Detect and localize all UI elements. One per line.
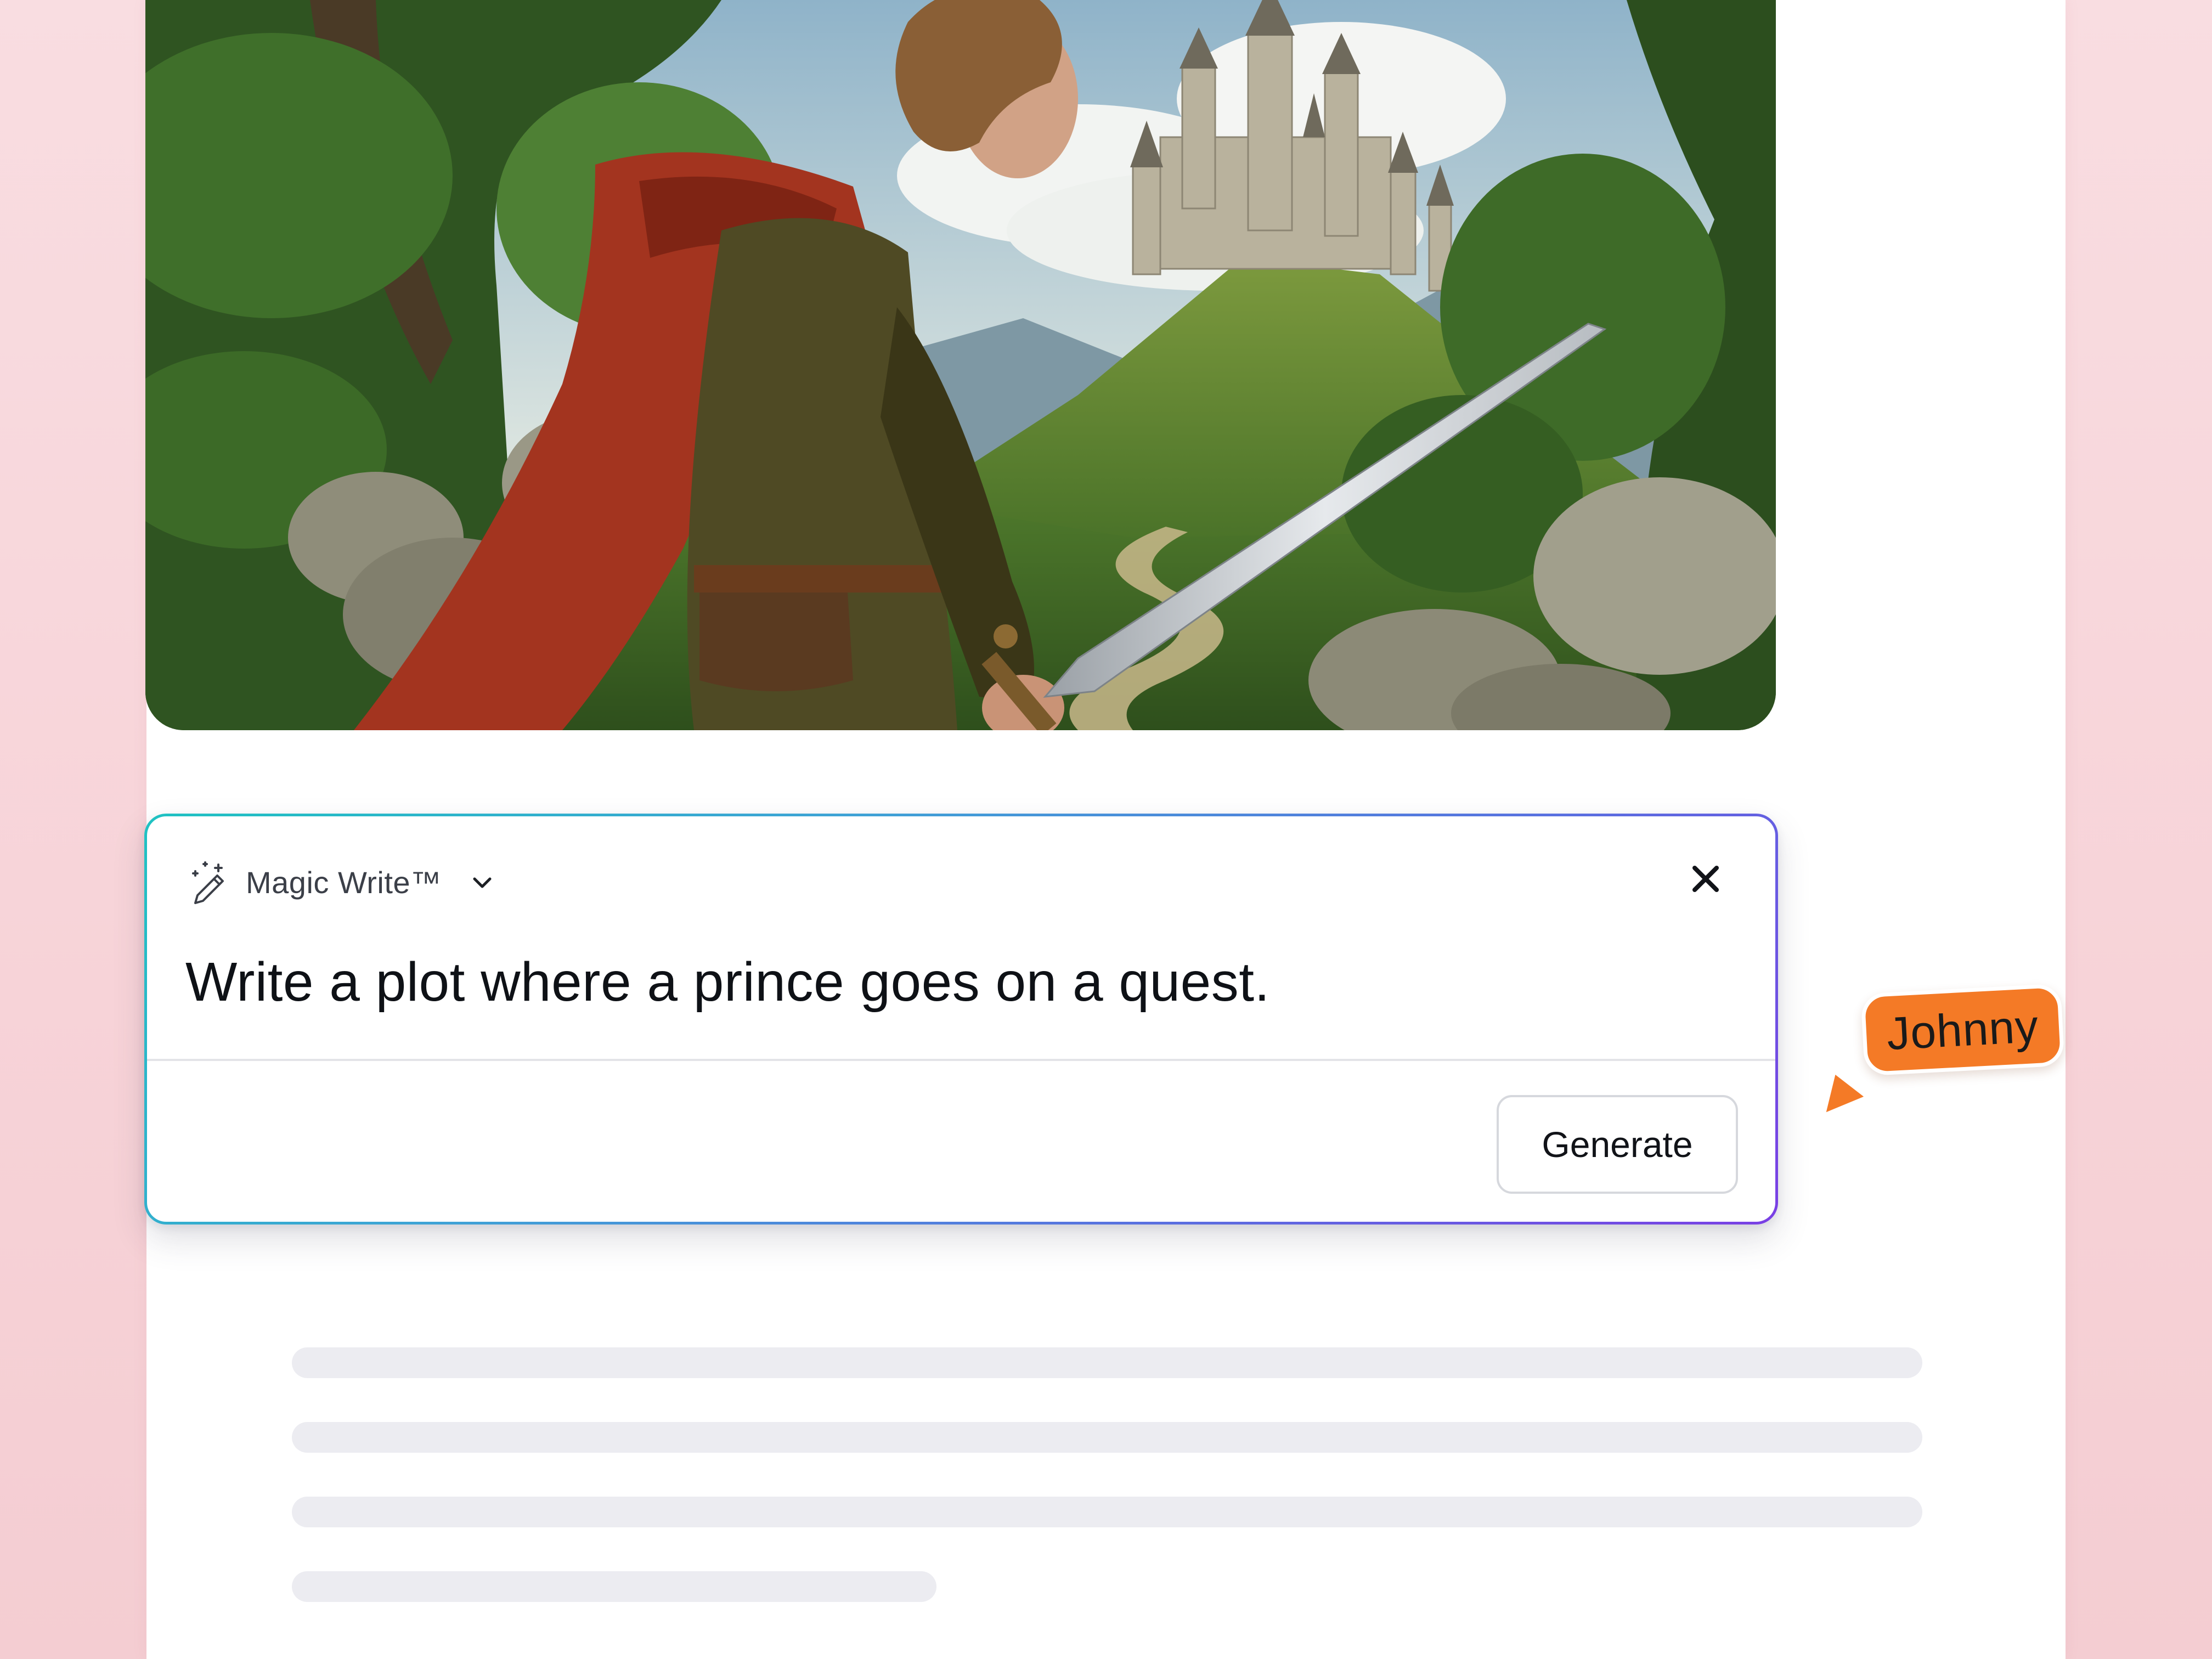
collaborator-name: Johnny [1885, 1000, 2040, 1059]
hero-image [145, 0, 1776, 730]
magic-write-panel-body: Magic Write™ Write a plot where a prince… [147, 816, 1775, 1222]
collaborator-cursor-icon [1813, 1063, 1874, 1124]
placeholder-text-line [292, 1347, 1922, 1378]
magic-write-tool-selector[interactable]: Magic Write™ [185, 855, 496, 910]
magic-write-panel: Magic Write™ Write a plot where a prince… [144, 814, 1778, 1224]
close-icon[interactable] [1688, 861, 1723, 896]
placeholder-text-line [292, 1571, 936, 1602]
generate-button[interactable]: Generate [1497, 1095, 1738, 1194]
placeholder-text-line [292, 1497, 1922, 1527]
magic-wand-pencil-icon [185, 859, 232, 905]
collaborator-tag: Johnny [1860, 983, 2065, 1076]
chevron-down-icon[interactable] [468, 868, 496, 896]
placeholder-text-line [292, 1422, 1922, 1453]
prompt-input[interactable]: Write a plot where a prince goes on a qu… [185, 951, 1270, 1014]
panel-divider [147, 1059, 1775, 1061]
magic-write-title: Magic Write™ [246, 865, 442, 900]
